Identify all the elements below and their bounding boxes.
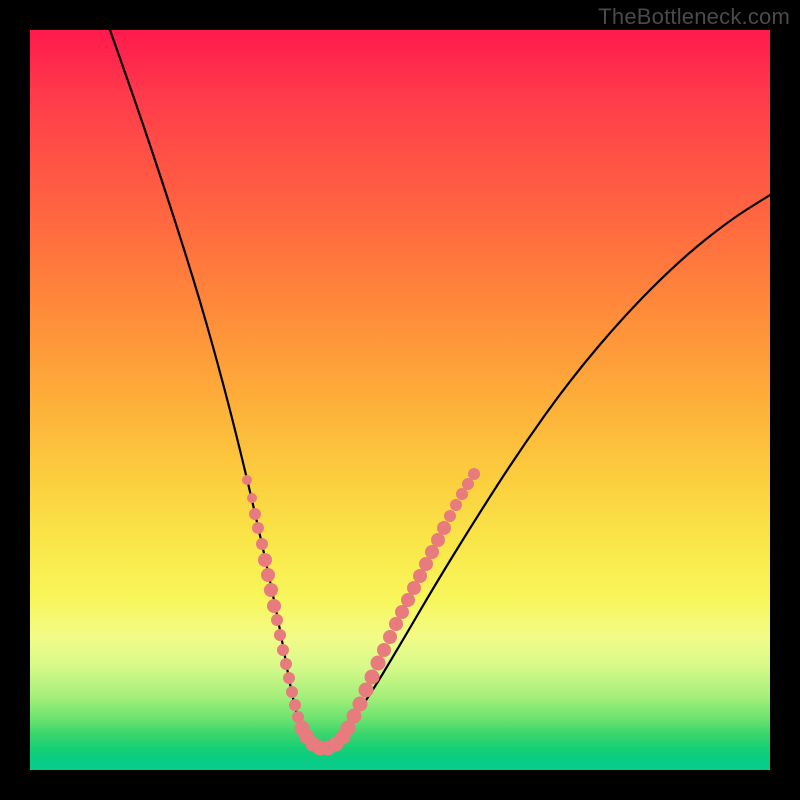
bead	[353, 697, 368, 712]
bead	[242, 475, 252, 485]
bead	[283, 672, 295, 684]
bead	[456, 488, 468, 500]
bottleneck-curve	[110, 30, 770, 747]
bead	[267, 599, 281, 613]
bead	[359, 683, 374, 698]
bead	[277, 644, 289, 656]
bead	[289, 699, 301, 711]
bead	[413, 569, 427, 583]
bead	[419, 557, 433, 571]
bead	[401, 593, 415, 607]
bead	[437, 521, 451, 535]
bead	[462, 478, 474, 490]
bead	[247, 493, 257, 503]
plot-area	[30, 30, 770, 770]
bead	[258, 553, 272, 567]
bead	[264, 583, 278, 597]
bead	[431, 533, 445, 547]
bead	[252, 522, 264, 534]
bead	[286, 686, 298, 698]
bead	[261, 568, 275, 582]
bead	[371, 656, 386, 671]
bead	[383, 630, 397, 644]
bead	[274, 629, 286, 641]
bead	[280, 658, 292, 670]
bead	[377, 643, 391, 657]
bead	[444, 510, 456, 522]
bead	[407, 581, 421, 595]
bead	[365, 670, 380, 685]
bead	[389, 617, 403, 631]
bead	[468, 468, 480, 480]
bead	[256, 538, 268, 550]
bead	[271, 614, 283, 626]
bead	[395, 605, 409, 619]
bead	[249, 508, 261, 520]
bead-group	[242, 468, 480, 756]
chart-frame: TheBottleneck.com	[0, 0, 800, 800]
bead	[425, 545, 439, 559]
bead	[450, 499, 462, 511]
watermark-text: TheBottleneck.com	[598, 4, 790, 30]
curve-svg	[30, 30, 770, 770]
